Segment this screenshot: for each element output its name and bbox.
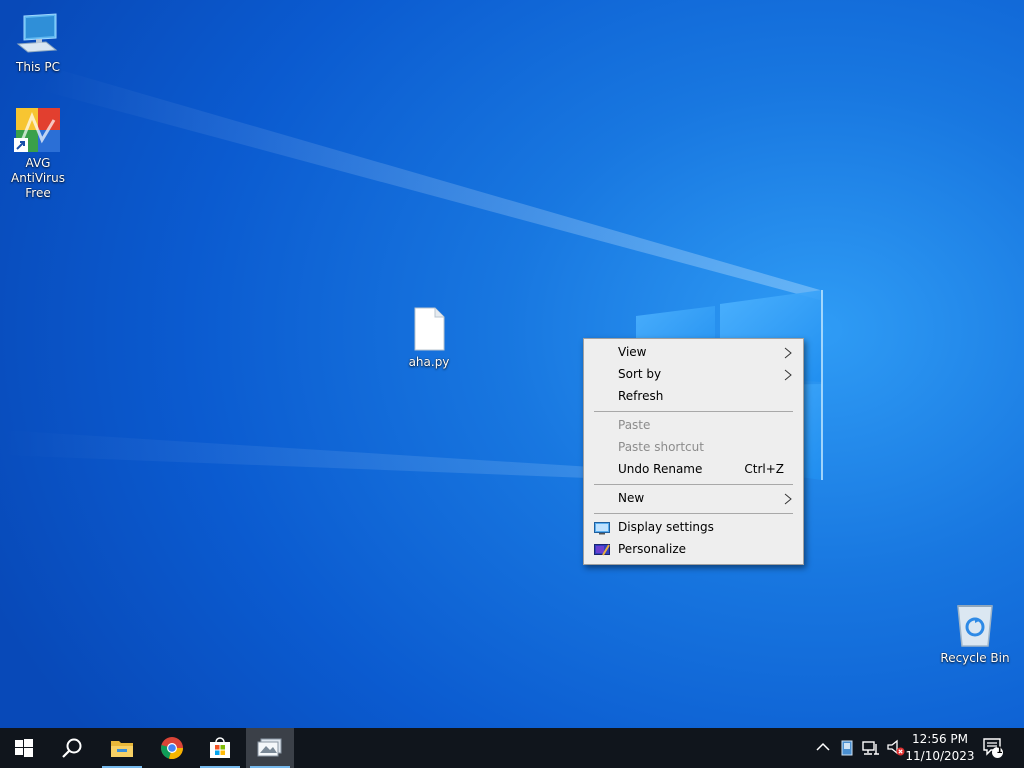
chevron-right-icon xyxy=(784,347,792,359)
screenshot-app-taskbar-button[interactable] xyxy=(246,728,294,768)
menu-item-undo-rename[interactable]: Undo Rename Ctrl+Z xyxy=(587,459,800,481)
menu-separator xyxy=(594,411,793,412)
chevron-right-icon xyxy=(784,369,792,381)
avg-antivirus-desktop-icon[interactable]: AVG AntiVirus Free xyxy=(0,106,76,201)
menu-separator xyxy=(594,513,793,514)
notification-count-badge: 1 xyxy=(996,746,1003,756)
desktop[interactable]: This PC AVG AntiVirus Free aha.py Recycl… xyxy=(0,0,1024,728)
avg-logo-icon xyxy=(14,106,62,154)
desktop-icon-label: Recycle Bin xyxy=(940,651,1010,665)
desktop-icon-label: aha.py xyxy=(408,355,450,369)
menu-item-label: Personalize xyxy=(618,542,687,556)
menu-item-sort-by[interactable]: Sort by xyxy=(587,364,800,386)
windows-start-icon xyxy=(15,739,33,757)
menu-item-label: Refresh xyxy=(618,389,664,403)
menu-item-personalize[interactable]: Personalize xyxy=(587,539,800,561)
desktop-context-menu: View Sort by Refresh Paste Paste shortcu… xyxy=(583,338,804,565)
menu-item-label: Undo Rename xyxy=(618,462,703,476)
recycle-bin-desktop-icon[interactable]: Recycle Bin xyxy=(937,601,1013,666)
microsoft-store-icon xyxy=(210,737,230,758)
clock[interactable]: 12:56 PM 11/10/2023 xyxy=(904,731,976,765)
chrome-icon xyxy=(161,737,184,760)
menu-item-label: Sort by xyxy=(618,367,662,381)
menu-item-label: Display settings xyxy=(618,520,714,534)
menu-item-refresh[interactable]: Refresh xyxy=(587,386,800,408)
file-icon xyxy=(405,305,453,353)
menu-separator xyxy=(594,484,793,485)
volume-muted-icon[interactable] xyxy=(886,739,906,757)
shortcut-label: Ctrl+Z xyxy=(744,462,784,476)
computer-icon xyxy=(14,10,62,58)
menu-item-view[interactable]: View xyxy=(587,342,800,364)
menu-item-label: Paste xyxy=(618,418,651,432)
network-icon[interactable] xyxy=(862,740,880,756)
menu-item-label: Paste shortcut xyxy=(618,440,704,454)
menu-item-paste[interactable]: Paste xyxy=(587,415,800,437)
this-pc-desktop-icon[interactable]: This PC xyxy=(0,10,76,75)
wallpaper-graphic xyxy=(0,70,823,480)
aha-py-desktop-icon[interactable]: aha.py xyxy=(391,305,467,370)
clock-date: 11/10/2023 xyxy=(905,749,975,763)
tray-app-icon[interactable] xyxy=(841,740,853,756)
personalize-icon xyxy=(594,544,610,556)
file-explorer-taskbar-button[interactable] xyxy=(98,728,146,768)
show-hidden-icons-chevron-icon[interactable] xyxy=(816,742,830,752)
desktop-icon-label: This PC xyxy=(16,60,60,74)
search-icon xyxy=(62,738,82,758)
start-button[interactable] xyxy=(0,728,48,768)
chevron-right-icon xyxy=(784,493,792,505)
taskbar: 12:56 PM 11/10/2023 1 xyxy=(0,728,1024,768)
search-button[interactable] xyxy=(48,728,96,768)
action-center-button[interactable]: 1 xyxy=(982,737,1004,759)
display-settings-icon xyxy=(594,522,610,535)
screenshot-app-icon xyxy=(257,738,282,757)
microsoft-store-taskbar-button[interactable] xyxy=(196,728,244,768)
menu-item-label: New xyxy=(618,491,645,505)
menu-item-label: View xyxy=(618,345,647,359)
menu-item-new[interactable]: New xyxy=(587,488,800,510)
recycle-bin-icon xyxy=(951,601,999,649)
clock-time: 12:56 PM xyxy=(912,732,968,746)
chrome-taskbar-button[interactable] xyxy=(148,728,196,768)
file-explorer-icon xyxy=(111,741,133,757)
menu-item-paste-shortcut[interactable]: Paste shortcut xyxy=(587,437,800,459)
desktop-icon-label: AVG AntiVirus Free xyxy=(11,156,65,200)
menu-item-display-settings[interactable]: Display settings xyxy=(587,517,800,539)
